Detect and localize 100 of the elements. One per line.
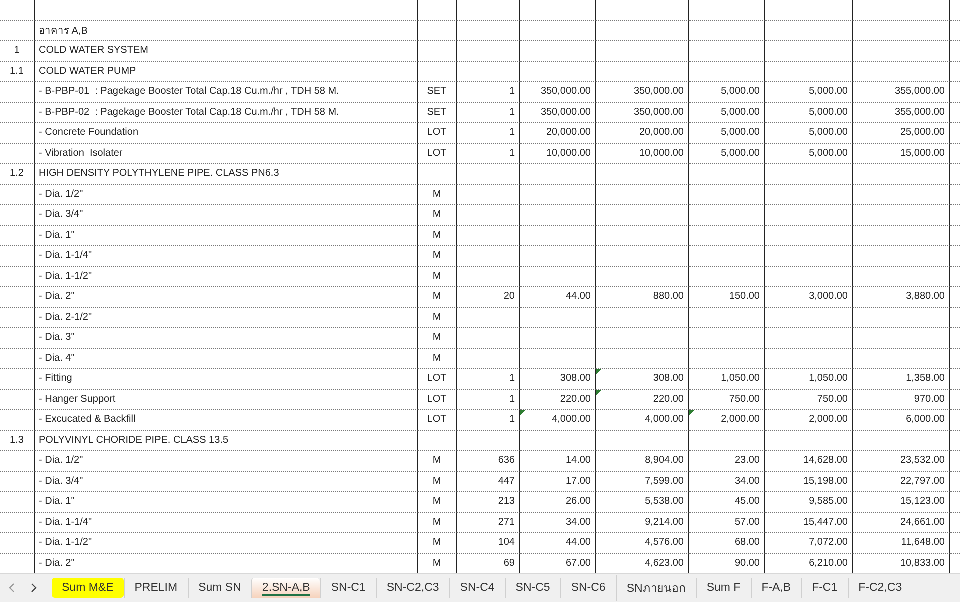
table-cell: M xyxy=(418,472,457,492)
table-cell: HIGH DENSITY POLYTHYLENE PIPE. CLASS PN6.3 xyxy=(35,164,418,184)
table-cell: 20 xyxy=(457,287,520,308)
table-cell: 1,050.00 xyxy=(689,369,765,390)
table-cell: 15,000.00 xyxy=(853,144,950,164)
table-cell: M xyxy=(418,451,457,472)
sheet-tab[interactable]: F-C2,C3 xyxy=(848,578,912,598)
table-cell: 350,000.00 xyxy=(596,102,689,123)
table-cell: 350,000.00 xyxy=(520,102,596,123)
table-cell: - Dia. 3/4" xyxy=(35,472,418,492)
table-cell: M xyxy=(418,205,457,226)
table-cell: 5,000.00 xyxy=(689,123,765,144)
table-cell: COLD WATER SYSTEM xyxy=(35,41,418,62)
table-cell: 23,532.00 xyxy=(853,451,950,472)
table-cell xyxy=(457,0,520,20)
table-cell xyxy=(457,20,520,41)
table-cell: อาคาร A,B xyxy=(35,20,418,41)
sheet-tab[interactable]: F-A,B xyxy=(750,578,802,598)
sheet-tab[interactable]: 2.SN-A,B xyxy=(251,578,320,598)
table-cell xyxy=(0,287,35,308)
scroll-right-icon[interactable] xyxy=(30,583,38,593)
table-cell: M xyxy=(418,348,457,369)
table-cell: 15,123.00 xyxy=(853,492,950,512)
table-cell: 355,000.00 xyxy=(853,102,950,123)
sheet-tab[interactable]: SN-C1 xyxy=(320,578,376,598)
table-cell: 22,797.00 xyxy=(853,472,950,492)
table-cell: 24,661.00 xyxy=(853,512,950,533)
table-cell: 68.00 xyxy=(689,533,765,554)
table-cell: 57.00 xyxy=(689,512,765,533)
sheet-tab[interactable]: SN-C2,C3 xyxy=(376,578,450,598)
table-cell: 10,000.00 xyxy=(520,144,596,164)
table-cell xyxy=(0,369,35,390)
table-cell: 1 xyxy=(457,390,520,410)
table-cell: 1 xyxy=(457,82,520,102)
sheet-tab[interactable]: Sum F xyxy=(696,578,751,598)
table-cell xyxy=(457,308,520,328)
table-cell: 14.00 xyxy=(520,451,596,472)
table-cell: - B-PBP-01 : Pagekage Booster Total Cap.18 Cu.m./hr , TDH 58 M. xyxy=(35,82,418,102)
table-cell: - Hanger Support xyxy=(35,390,418,410)
table-cell: LOT xyxy=(418,410,457,430)
sheet-tab[interactable]: F-C1 xyxy=(801,578,848,598)
table-cell: 44.00 xyxy=(520,287,596,308)
table-cell xyxy=(418,62,457,82)
table-cell: - Fitting xyxy=(35,369,418,390)
table-cell: - B-PBP-02 : Pagekage Booster Total Cap.18 Cu.m./hr , TDH 58 M. xyxy=(35,102,418,123)
table-cell: - Dia. 1" xyxy=(35,226,418,246)
table-cell: 5,538.00 xyxy=(596,492,689,512)
table-cell: 2,000.00 xyxy=(765,410,853,430)
table-cell: 8,904.00 xyxy=(596,451,689,472)
table-cell: 4,576.00 xyxy=(596,533,689,554)
table-cell: LOT xyxy=(418,123,457,144)
table-cell: 3,000.00 xyxy=(765,287,853,308)
table-cell: 750.00 xyxy=(765,390,853,410)
table-cell: 14,628.00 xyxy=(765,451,853,472)
table-cell xyxy=(0,451,35,472)
sheet-tab[interactable]: Sum M&E xyxy=(52,578,124,598)
sheet-tab[interactable]: SN-C4 xyxy=(449,578,505,598)
table-cell: 34.00 xyxy=(689,472,765,492)
table-cell: - Excucated & Backfill xyxy=(35,410,418,430)
table-cell xyxy=(457,348,520,369)
table-cell xyxy=(0,512,35,533)
table-cell: 5,000.00 xyxy=(765,123,853,144)
table-cell: SET xyxy=(418,102,457,123)
table-cell: 350,000.00 xyxy=(520,82,596,102)
table-cell: 7,599.00 xyxy=(596,472,689,492)
table-cell xyxy=(457,246,520,266)
table-cell: COLD WATER PUMP xyxy=(35,62,418,82)
table-cell: - Dia. 1/2" xyxy=(35,451,418,472)
table-cell: 1.2 xyxy=(0,164,35,184)
table-cell: - Dia. 1" xyxy=(35,492,418,512)
table-cell: 1 xyxy=(457,123,520,144)
table-cell xyxy=(457,164,520,184)
table-cell xyxy=(457,41,520,62)
table-cell: 104 xyxy=(457,533,520,554)
sheet-tab[interactable]: SN-C5 xyxy=(504,578,560,598)
table-cell: 1.3 xyxy=(0,430,35,451)
table-cell: - Dia. 2" xyxy=(35,287,418,308)
table-cell: 25,000.00 xyxy=(853,123,950,144)
table-cell xyxy=(418,430,457,451)
table-cell: 26.00 xyxy=(520,492,596,512)
table-cell: 5,000.00 xyxy=(765,144,853,164)
table-cell: M xyxy=(418,308,457,328)
sheet-tab[interactable]: SNภายนอก xyxy=(616,575,696,601)
table-cell xyxy=(0,205,35,226)
sheet-tab[interactable]: SN-C6 xyxy=(560,578,616,598)
table-cell xyxy=(0,184,35,205)
table-cell: 20,000.00 xyxy=(596,123,689,144)
table-cell: 10,000.00 xyxy=(596,144,689,164)
table-cell: 1 xyxy=(457,102,520,123)
table-cell: 1 xyxy=(457,144,520,164)
table-cell: 6,000.00 xyxy=(853,410,950,430)
table-cell: POLYVINYL CHORIDE PIPE. CLASS 13.5 xyxy=(35,430,418,451)
table-cell: M xyxy=(418,246,457,266)
table-cell: 213 xyxy=(457,492,520,512)
table-cell xyxy=(0,0,35,20)
table-cell: 4,000.00 xyxy=(596,410,689,430)
table-cell xyxy=(0,410,35,430)
table-cell xyxy=(457,226,520,246)
table-cell xyxy=(418,0,457,20)
sheet-tab[interactable]: PRELIM xyxy=(124,578,188,598)
